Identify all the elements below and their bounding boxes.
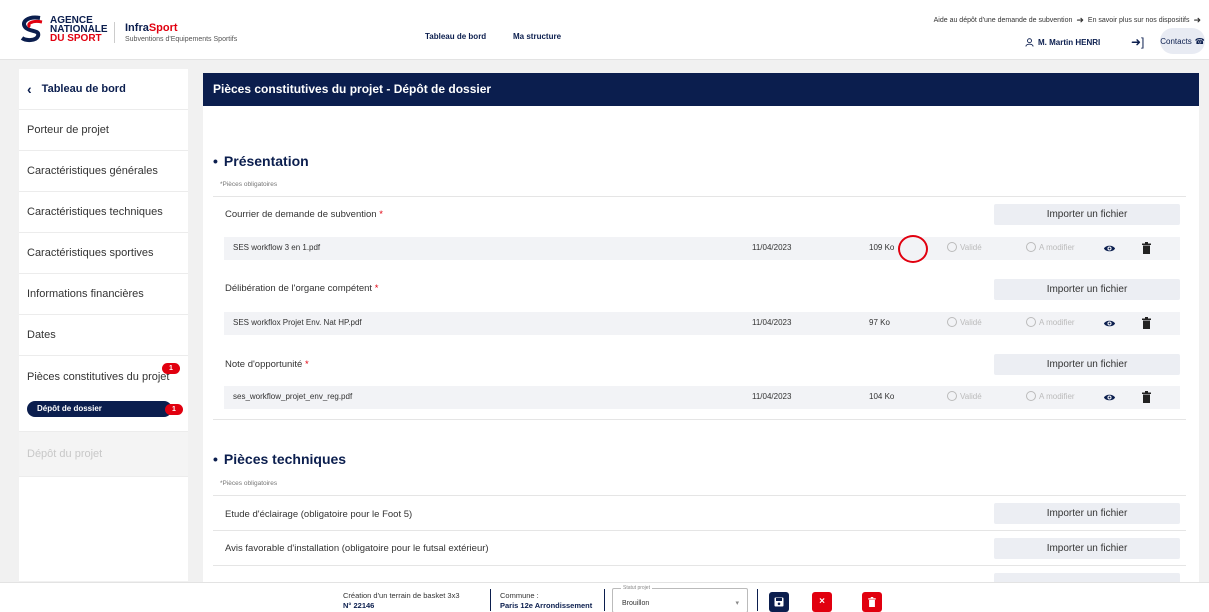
radio-circle-icon [1026, 317, 1036, 327]
doc-label-avis-favorable: Avis favorable d'installation (obligatoi… [225, 543, 489, 554]
close-icon: × [819, 596, 825, 607]
divider [213, 419, 1186, 420]
trash-icon [868, 597, 876, 607]
trash-icon[interactable] [1142, 391, 1151, 403]
divider [757, 589, 758, 611]
trash-icon[interactable] [1142, 317, 1151, 329]
import-file-button[interactable]: Importer un fichier [994, 204, 1180, 225]
sidebar-item-caracteristiques-generales[interactable]: Caractéristiques générales [19, 151, 188, 192]
footer-project: Création d'un terrain de basket 3x3 N° 2… [343, 591, 460, 610]
file-size: 109 Ko [869, 243, 895, 252]
file-size: 97 Ko [869, 318, 890, 327]
phone-icon: ☎ [1194, 36, 1205, 46]
top-help-links: Aide au dépôt d'une demande de subventio… [934, 15, 1201, 26]
file-date: 11/04/2023 [752, 243, 792, 252]
sidebar-item-depot-projet: Dépôt du projet [19, 432, 188, 477]
ans-logo-text: AGENCE NATIONALE DU SPORT [50, 14, 108, 44]
status-select[interactable]: Statut projet Brouillon ▾ [612, 585, 748, 612]
radio-a-modifier[interactable]: A modifier [1026, 317, 1075, 327]
import-file-button[interactable]: Importer un fichier [994, 279, 1180, 300]
page-title: Pièces constitutives du projet - Dépôt d… [203, 73, 1199, 106]
app-header: AGENCE NATIONALE DU SPORT InfraSport Sub… [0, 0, 1209, 60]
nav-tableau-de-bord[interactable]: Tableau de bord [425, 32, 486, 41]
doc-label-etude-eclairage: Etude d'éclairage (obligatoire pour le F… [225, 509, 413, 520]
logout-icon[interactable]: ➜] [1131, 35, 1144, 49]
delete-button[interactable] [862, 592, 882, 612]
save-button[interactable] [769, 592, 789, 612]
eye-icon[interactable] [1103, 242, 1116, 255]
file-row: SES workflow 3 en 1.pdf 11/04/2023 109 K… [224, 237, 1180, 260]
eye-icon[interactable] [1103, 317, 1116, 330]
sidebar-item-informations-financieres[interactable]: Informations financières [19, 274, 188, 315]
arrow-right-icon: ➜ [1193, 15, 1201, 25]
radio-circle-icon [947, 242, 957, 252]
ans-logo-icon [20, 15, 43, 43]
radio-a-modifier[interactable]: A modifier [1026, 242, 1075, 252]
sidebar-subitem-depot-dossier[interactable]: Dépôt de dossier [27, 401, 172, 417]
user-icon [1025, 38, 1034, 47]
project-footer: Création d'un terrain de basket 3x3 N° 2… [0, 582, 1209, 612]
sidebar-back-tableau-de-bord[interactable]: ‹ Tableau de bord [19, 69, 188, 110]
sidebar-group-pieces: Pièces constitutives du projet 1 Dépôt d… [19, 356, 188, 432]
file-size: 104 Ko [869, 392, 895, 401]
notification-badge: 1 [165, 404, 183, 415]
radio-valide[interactable]: Validé [947, 317, 982, 327]
radio-circle-icon [1026, 391, 1036, 401]
trash-icon[interactable] [1142, 242, 1151, 254]
file-row: SES workflox Projet Env. Nat HP.pdf 11/0… [224, 312, 1180, 335]
save-icon [774, 597, 784, 607]
sidebar: ‹ Tableau de bord Porteur de projet Cara… [19, 69, 188, 581]
sidebar-item-porteur[interactable]: Porteur de projet [19, 110, 188, 151]
doc-label-courrier: Courrier de demande de subvention * [225, 209, 383, 220]
nav-ma-structure[interactable]: Ma structure [513, 32, 561, 41]
sidebar-item-caracteristiques-sportives[interactable]: Caractéristiques sportives [19, 233, 188, 274]
sidebar-item-pieces[interactable]: Pièces constitutives du projet [27, 371, 169, 383]
doc-label-deliberation: Délibération de l'organe compétent * [225, 283, 379, 294]
import-file-button[interactable]: Importer un fichier [994, 538, 1180, 559]
sidebar-item-dates[interactable]: Dates [19, 315, 188, 356]
footer-commune: Commune : Paris 12e Arrondissement [500, 591, 593, 610]
notification-badge: 1 [162, 363, 180, 374]
divider [213, 565, 1186, 566]
divider [604, 589, 605, 611]
section-title-presentation: • Présentation [213, 153, 309, 169]
import-file-button[interactable]: Importer un fichier [994, 354, 1180, 375]
file-name[interactable]: SES workflox Projet Env. Nat HP.pdf [233, 318, 362, 327]
infrasport-brand: InfraSport Subventions d'Equipements Spo… [114, 22, 237, 43]
arrow-right-icon: ➜ [1076, 15, 1084, 25]
file-date: 11/04/2023 [752, 392, 792, 401]
file-name[interactable]: ses_workflow_projet_env_reg.pdf [233, 392, 352, 401]
import-file-button[interactable]: Importer un fichier [994, 503, 1180, 524]
radio-valide[interactable]: Validé [947, 242, 982, 252]
help-link-depot[interactable]: Aide au dépôt d'une demande de subventio… [934, 17, 1073, 24]
required-note: *Pièces obligatoires [220, 181, 278, 188]
cancel-button[interactable]: × [812, 592, 832, 612]
chevron-left-icon: ‹ [27, 81, 32, 97]
user-menu[interactable]: M. Martin HENRI [1025, 38, 1100, 47]
radio-a-modifier[interactable]: A modifier [1026, 391, 1075, 401]
file-name[interactable]: SES workflow 3 en 1.pdf [233, 243, 320, 252]
ans-logo[interactable]: AGENCE NATIONALE DU SPORT [18, 14, 108, 44]
radio-circle-icon [947, 317, 957, 327]
file-row: ses_workflow_projet_env_reg.pdf 11/04/20… [224, 386, 1180, 409]
highlight-circle [898, 235, 928, 263]
radio-circle-icon [1026, 242, 1036, 252]
eye-icon[interactable] [1103, 391, 1116, 404]
doc-label-note-opportunite: Note d'opportunité * [225, 359, 309, 370]
file-date: 11/04/2023 [752, 318, 792, 327]
divider [490, 589, 491, 611]
radio-valide[interactable]: Validé [947, 391, 982, 401]
main-panel: Pièces constitutives du projet - Dépôt d… [203, 73, 1199, 583]
help-link-dispositifs[interactable]: En savoir plus sur nos dispositifs [1088, 17, 1190, 24]
sidebar-item-caracteristiques-techniques[interactable]: Caractéristiques techniques [19, 192, 188, 233]
chevron-down-icon: ▾ [735, 600, 739, 607]
section-title-pieces-techniques: • Pièces techniques [213, 451, 347, 467]
divider [213, 495, 1186, 496]
divider [213, 196, 1186, 197]
contacts-button[interactable]: Contacts ☎ [1160, 28, 1205, 54]
divider [213, 530, 1186, 531]
required-note: *Pièces obligatoires [220, 480, 278, 487]
radio-circle-icon [947, 391, 957, 401]
